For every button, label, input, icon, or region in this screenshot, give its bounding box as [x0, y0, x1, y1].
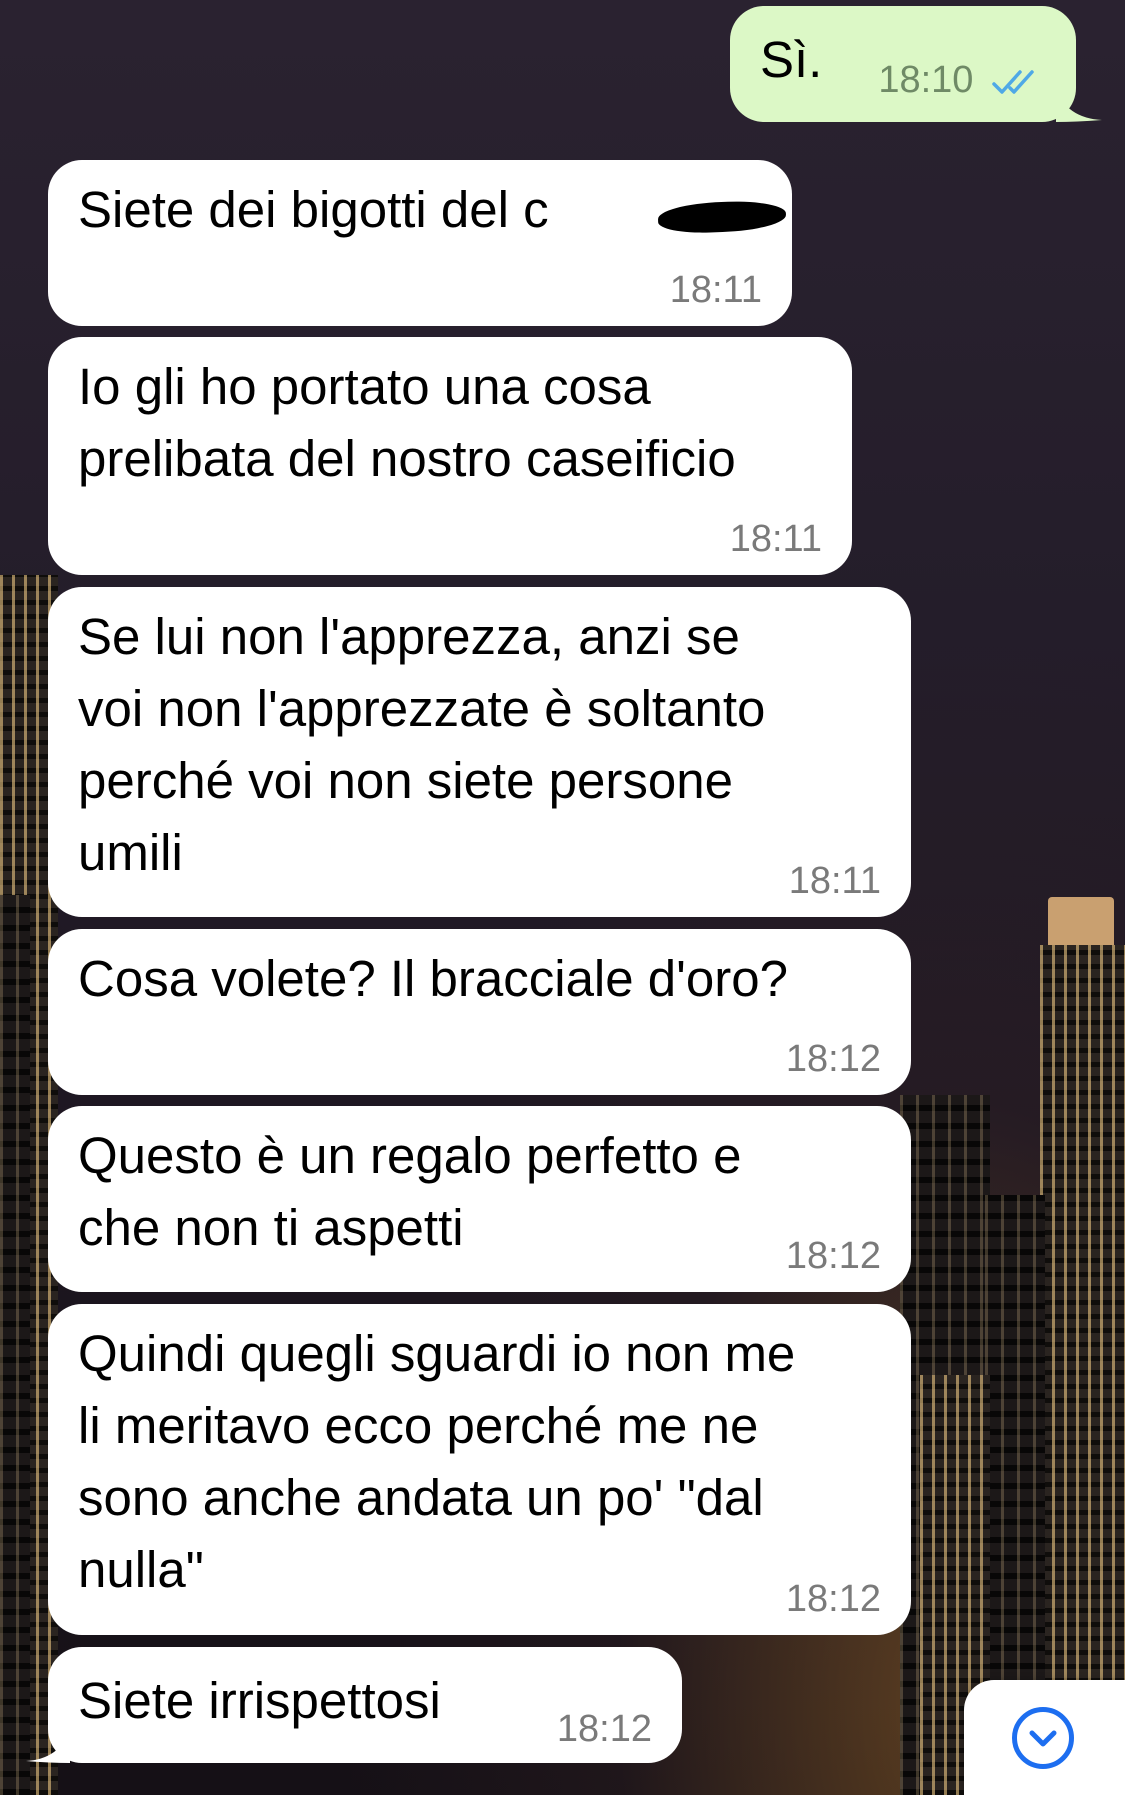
- bubble-tail: [26, 1729, 70, 1763]
- message-time: 18:12: [785, 1038, 881, 1080]
- wallpaper-building: [0, 895, 30, 1795]
- message-text: Cosa volete? Il bracciale d'oro?: [78, 950, 788, 1007]
- message-meta: 18:10: [878, 58, 1046, 102]
- message-bubble-incoming[interactable]: Se lui non l'apprezza, anzi se voi non l…: [48, 587, 911, 917]
- message-bubble-incoming[interactable]: Cosa volete? Il bracciale d'oro? 18:12: [48, 929, 911, 1095]
- wallpaper-building: [1040, 945, 1125, 1795]
- message-time: 18:12: [785, 1235, 881, 1277]
- scroll-to-bottom-button[interactable]: [964, 1680, 1125, 1795]
- message-bubble-incoming[interactable]: Io gli ho portato una cosa prelibata del…: [48, 337, 852, 575]
- message-bubble-incoming[interactable]: Questo è un regalo perfetto e che non ti…: [48, 1106, 911, 1292]
- message-bubble-incoming[interactable]: Quindi quegli sguardi io non me li merit…: [48, 1304, 911, 1635]
- message-text: Se lui non l'apprezza, anzi se voi non l…: [78, 608, 766, 881]
- message-text: Io gli ho portato una cosa prelibata del…: [78, 358, 736, 487]
- read-double-check-icon: [992, 70, 1034, 94]
- bubble-tail: [1056, 88, 1102, 122]
- message-bubble-incoming[interactable]: Siete irrispettosi 18:12: [26, 1647, 682, 1763]
- wallpaper-tower-top: [1048, 897, 1114, 945]
- message-time: 18:11: [669, 269, 762, 311]
- message-time: 18:10: [878, 59, 974, 101]
- message-bubble-outgoing[interactable]: Sì. 18:10: [730, 6, 1102, 122]
- message-time: 18:12: [785, 1578, 881, 1620]
- message-text: Quindi quegli sguardi io non me li merit…: [78, 1325, 796, 1598]
- message-text: Questo è un regalo perfetto e che non ti…: [78, 1127, 742, 1256]
- message-time: 18:11: [788, 860, 881, 902]
- message-time: 18:11: [729, 518, 822, 560]
- chevron-down-icon: [1012, 1707, 1074, 1769]
- message-text: Siete irrispettosi: [78, 1672, 441, 1729]
- redaction-scribble: [657, 199, 787, 235]
- message-text: Sì.: [760, 31, 823, 88]
- message-bubble-incoming[interactable]: Siete dei bigotti del c 18:11: [48, 160, 792, 326]
- message-text: Siete dei bigotti del c: [78, 181, 549, 238]
- message-time: 18:12: [556, 1708, 652, 1750]
